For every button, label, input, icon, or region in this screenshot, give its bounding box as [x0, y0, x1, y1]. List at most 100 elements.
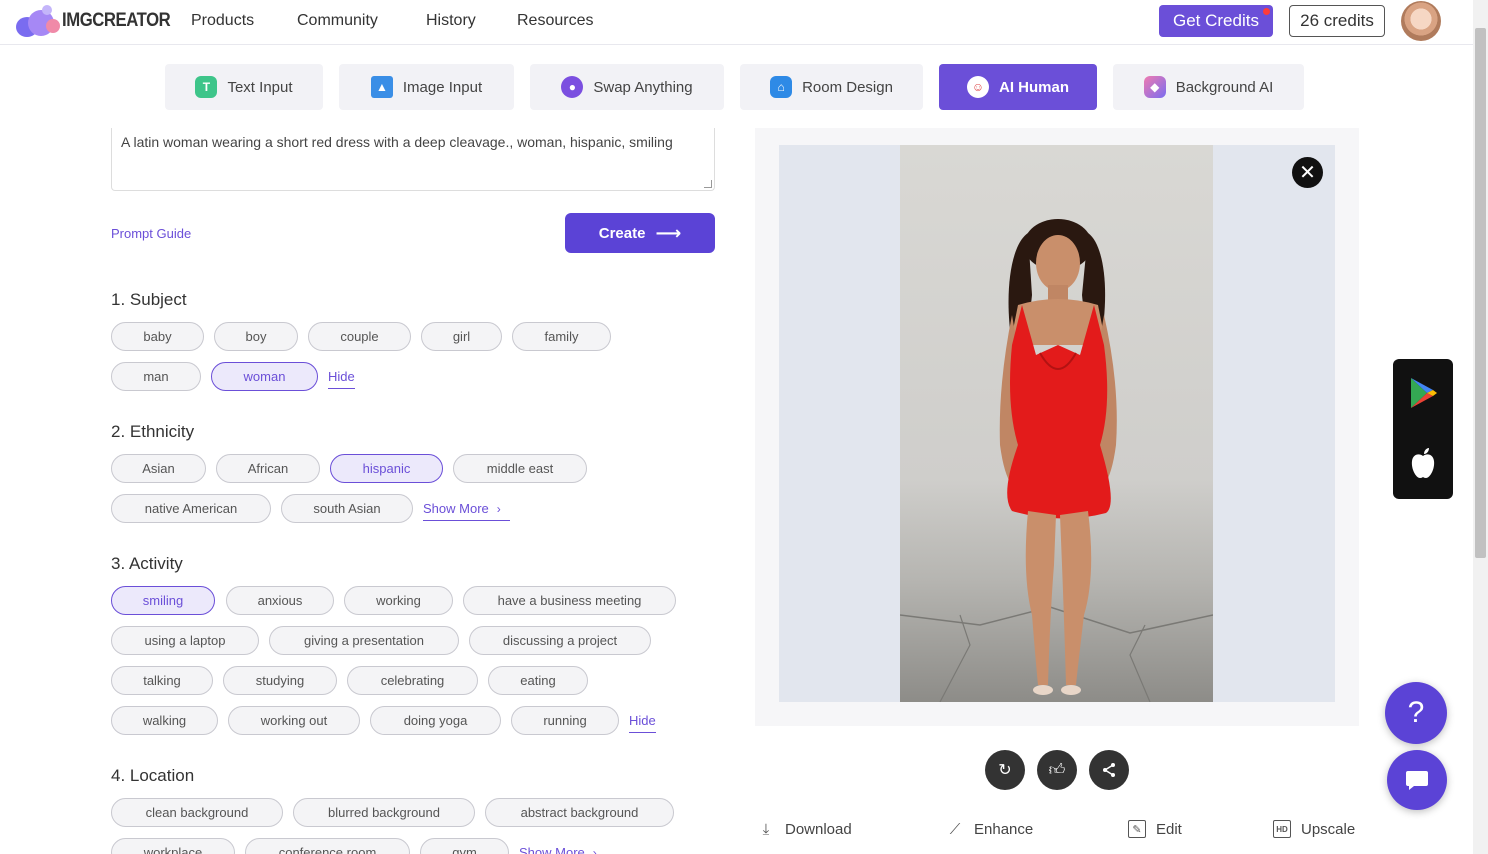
tab-room-design[interactable]: ⌂ Room Design	[740, 64, 923, 110]
chip-baby[interactable]: baby	[111, 322, 204, 351]
ethnicity-show-more-link[interactable]: Show More ›	[423, 501, 510, 521]
chip-native-american[interactable]: native American	[111, 494, 271, 523]
logo-icon	[16, 5, 60, 37]
chip-anxious[interactable]: anxious	[226, 586, 334, 615]
tab-swap-anything[interactable]: ● Swap Anything	[530, 64, 724, 110]
thumbs-up-icon: 👍︎	[1048, 761, 1066, 779]
apple-icon[interactable]	[1409, 447, 1437, 479]
refresh-icon: ↻	[998, 762, 1012, 779]
credits-balance[interactable]: 26 credits	[1289, 5, 1385, 37]
nav-resources[interactable]: Resources	[517, 12, 593, 30]
house-icon: ⌂	[770, 76, 793, 98]
action-label: Enhance	[974, 820, 1034, 838]
chip-abstract-background[interactable]: abstract background	[485, 798, 674, 827]
chip-african[interactable]: African	[216, 454, 320, 483]
chip-clean-background[interactable]: clean background	[111, 798, 283, 827]
show-more-label: Show More	[423, 501, 489, 516]
chip-have-a-business-meeting[interactable]: have a business meeting	[463, 586, 676, 615]
nav-community[interactable]: Community	[297, 12, 378, 30]
chip-celebrating[interactable]: celebrating	[347, 666, 478, 695]
download-action[interactable]: ⤓ Download	[757, 820, 852, 838]
chip-smiling[interactable]: smiling	[111, 586, 215, 615]
share-button[interactable]	[1089, 750, 1129, 790]
chip-running[interactable]: running	[511, 706, 619, 735]
nav-products[interactable]: Products	[191, 12, 254, 30]
chip-blurred-background[interactable]: blurred background	[293, 798, 475, 827]
chip-couple[interactable]: couple	[308, 322, 411, 351]
tab-ai-human[interactable]: ☺ AI Human	[939, 64, 1097, 110]
tab-label: AI Human	[998, 78, 1069, 96]
tab-text-input[interactable]: T Text Input	[165, 64, 323, 110]
user-avatar[interactable]	[1401, 1, 1441, 41]
activity-hide-link[interactable]: Hide	[629, 713, 656, 733]
chip-walking[interactable]: walking	[111, 706, 218, 735]
wand-icon: ⟋	[949, 820, 961, 838]
chip-girl[interactable]: girl	[421, 322, 502, 351]
chevron-right-icon: ›	[592, 846, 597, 854]
tab-label: Swap Anything	[593, 78, 693, 96]
chat-button[interactable]	[1387, 750, 1447, 810]
section-title-subject: 1. Subject	[111, 290, 187, 309]
generated-image[interactable]	[900, 145, 1213, 702]
like-button[interactable]: 👍︎	[1037, 750, 1077, 790]
subject-hide-link[interactable]: Hide	[328, 369, 355, 389]
chip-man[interactable]: man	[111, 362, 201, 391]
create-label: Create	[598, 224, 646, 242]
chip-boy[interactable]: boy	[214, 322, 298, 351]
chat-icon	[1406, 771, 1428, 790]
chip-eating[interactable]: eating	[488, 666, 588, 695]
chip-discussing-a-project[interactable]: discussing a project	[469, 626, 651, 655]
resize-handle[interactable]	[704, 180, 712, 188]
section-title-ethnicity: 2. Ethnicity	[111, 422, 195, 441]
section-title-activity: 3. Activity	[111, 554, 183, 573]
chip-middle-east[interactable]: middle east	[453, 454, 587, 483]
chip-workplace[interactable]: workplace	[111, 838, 235, 854]
person-icon: ☺	[966, 76, 989, 98]
prompt-textarea[interactable]: A latin woman wearing a short red dress …	[111, 128, 715, 191]
scrollbar-thumb[interactable]	[1475, 28, 1486, 558]
chip-conference-room[interactable]: conference room	[245, 838, 410, 854]
tab-label: Background AI	[1175, 78, 1274, 96]
chip-gym[interactable]: gym	[420, 838, 509, 854]
page-scrollbar[interactable]	[1473, 0, 1488, 854]
image-icon: ▲	[370, 76, 393, 98]
location-show-more-link[interactable]: Show More ›	[519, 845, 597, 854]
chip-asian[interactable]: Asian	[111, 454, 206, 483]
notification-dot	[1263, 8, 1270, 15]
generated-image-art	[900, 219, 1213, 702]
help-button[interactable]: ?	[1385, 682, 1447, 744]
upscale-action[interactable]: HD Upscale	[1273, 820, 1355, 838]
close-preview-button[interactable]: ✕	[1292, 157, 1323, 188]
top-navigation: IMGCREATOR Products Community History Re…	[0, 0, 1473, 45]
get-credits-button[interactable]: Get Credits	[1159, 5, 1273, 37]
google-play-icon[interactable]	[1409, 377, 1437, 409]
create-button[interactable]: Create ⟶	[565, 213, 715, 253]
prompt-guide-link[interactable]: Prompt Guide	[111, 226, 191, 241]
chip-working[interactable]: working	[344, 586, 453, 615]
logo[interactable]: IMGCREATOR	[16, 5, 185, 37]
edit-action[interactable]: ✎ Edit	[1128, 820, 1182, 838]
chip-hispanic[interactable]: hispanic	[330, 454, 443, 483]
chip-studying[interactable]: studying	[223, 666, 337, 695]
chip-south-asian[interactable]: south Asian	[281, 494, 413, 523]
chip-woman[interactable]: woman	[211, 362, 318, 391]
tab-background-ai[interactable]: ◆ Background AI	[1113, 64, 1304, 110]
palette-icon: ●	[561, 76, 584, 98]
tab-label: Room Design	[802, 78, 893, 96]
question-icon: ?	[1407, 696, 1425, 729]
section-title-location: 4. Location	[111, 766, 195, 785]
chip-using-a-laptop[interactable]: using a laptop	[111, 626, 259, 655]
chip-family[interactable]: family	[512, 322, 611, 351]
nav-history[interactable]: History	[426, 12, 476, 30]
chip-giving-a-presentation[interactable]: giving a presentation	[269, 626, 459, 655]
enhance-action[interactable]: ⟋ Enhance	[946, 820, 1033, 838]
tab-label: Text Input	[227, 78, 293, 96]
variation-button[interactable]: ↻	[985, 750, 1025, 790]
chip-working-out[interactable]: working out	[228, 706, 360, 735]
chip-talking[interactable]: talking	[111, 666, 213, 695]
chip-doing-yoga[interactable]: doing yoga	[370, 706, 501, 735]
arrow-right-icon: ⟶	[655, 222, 682, 243]
tab-image-input[interactable]: ▲ Image Input	[339, 64, 514, 110]
action-label: Download	[785, 820, 852, 838]
action-label: Upscale	[1301, 820, 1356, 838]
